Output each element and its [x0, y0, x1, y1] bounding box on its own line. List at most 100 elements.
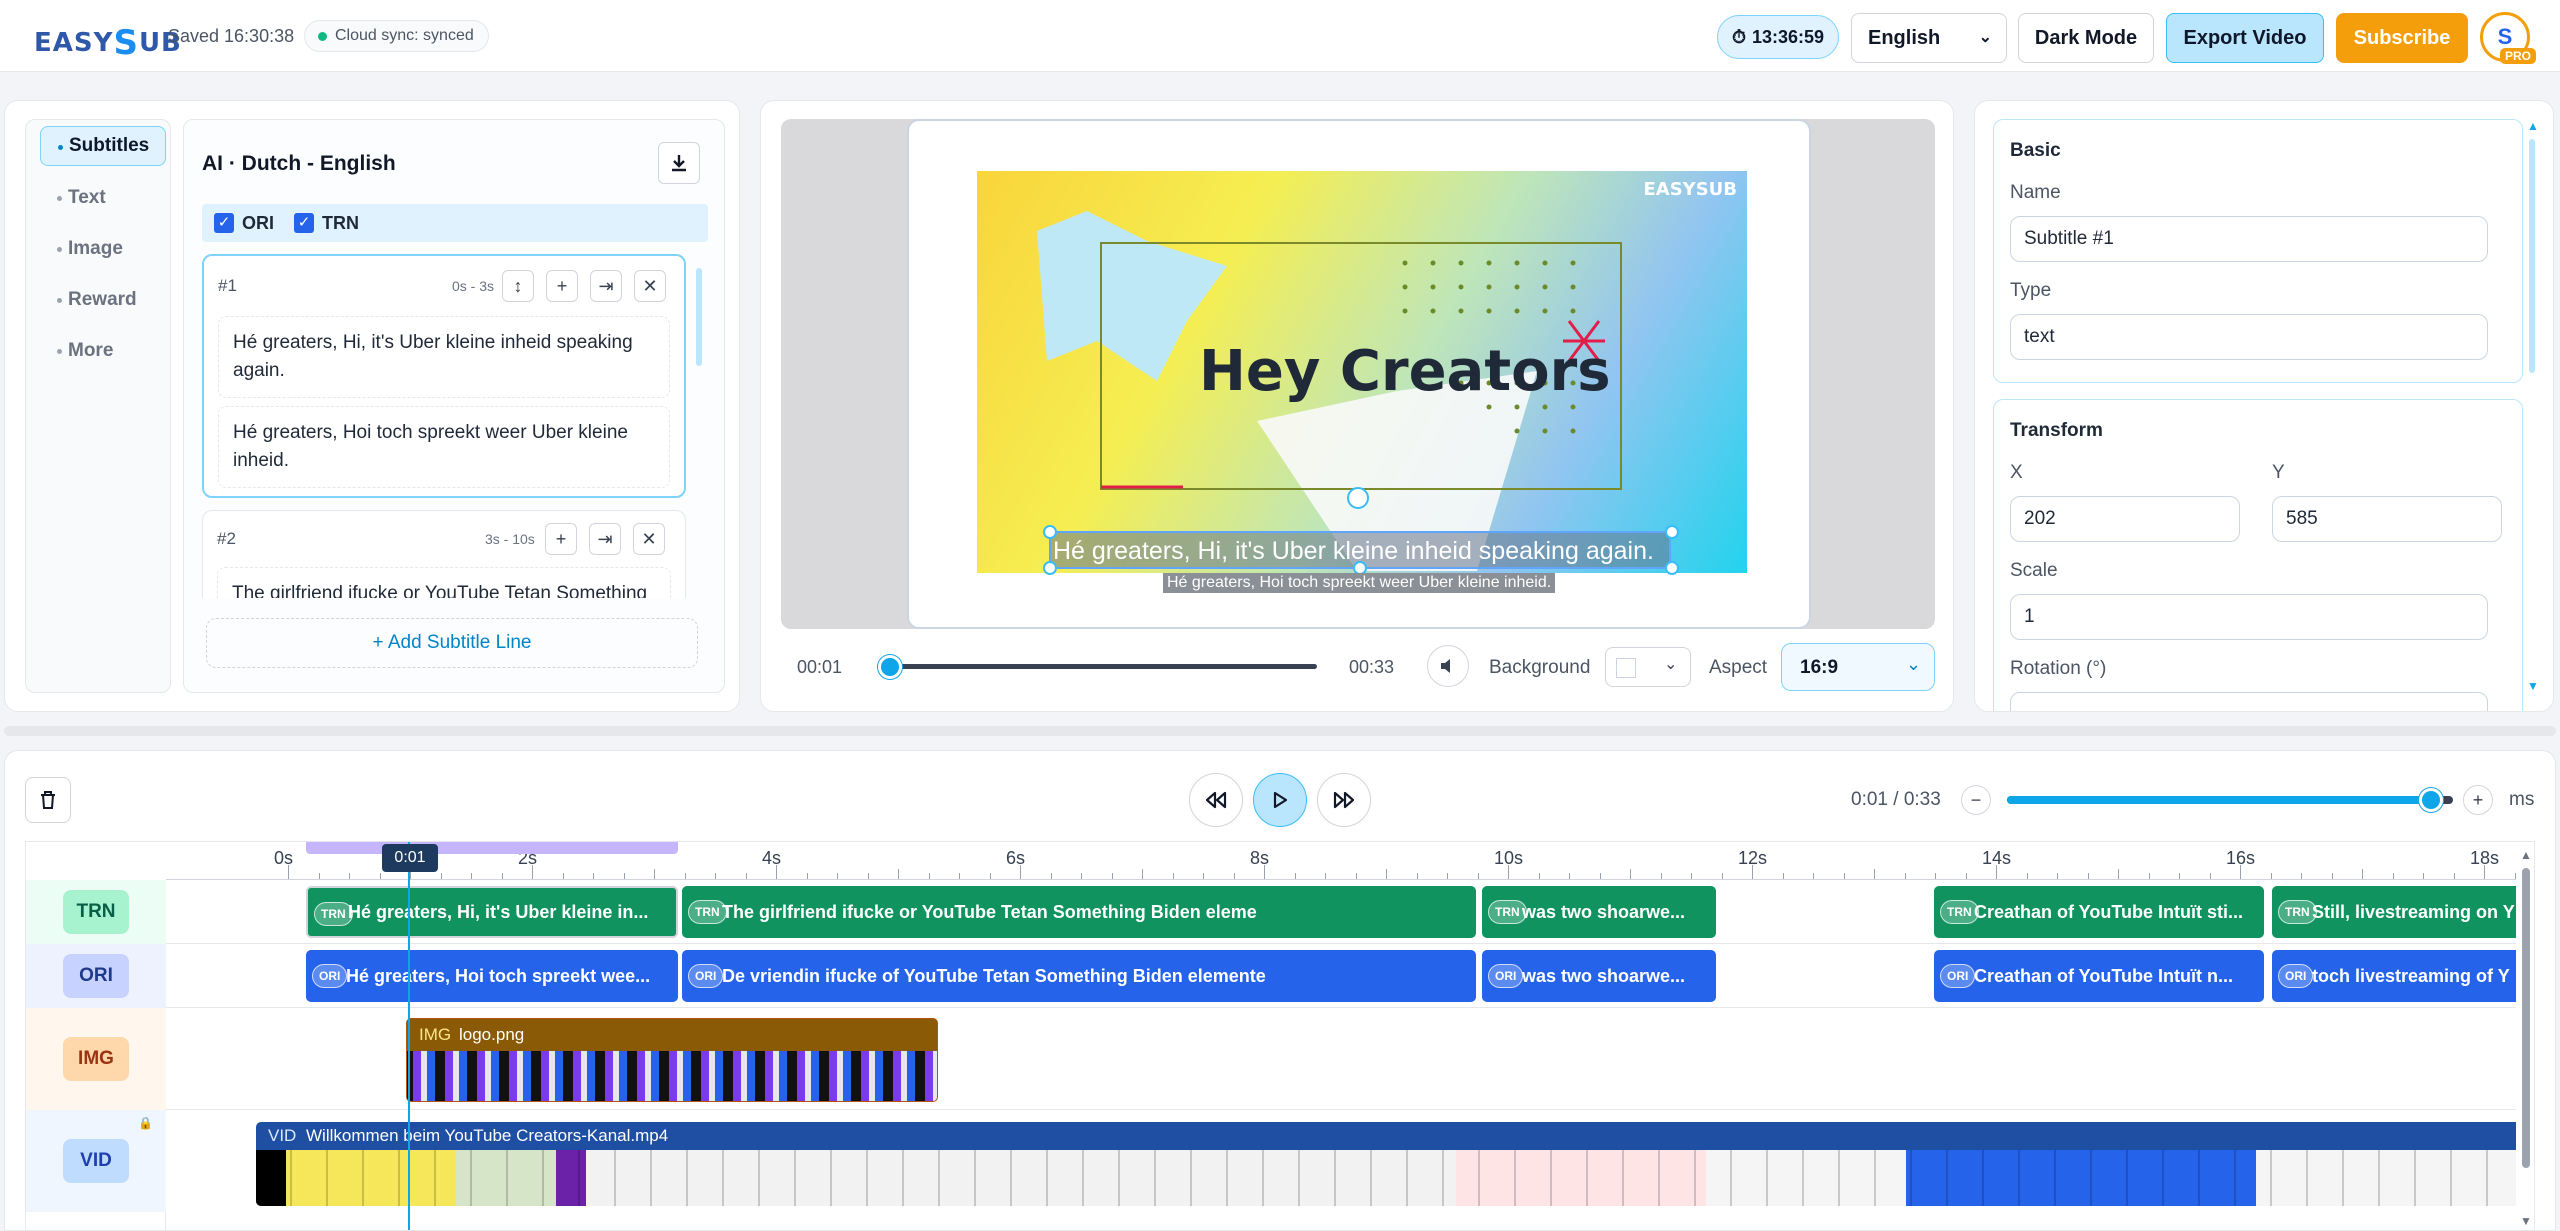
- lock-icon[interactable]: 🔒: [138, 1116, 153, 1130]
- selected-range[interactable]: [306, 842, 678, 854]
- ruler-tick: [2179, 873, 2180, 879]
- sidebar-item-more[interactable]: More: [40, 331, 166, 371]
- arrow-right-bar-icon: ⇥: [597, 528, 613, 549]
- ori-clip[interactable]: ORI toch livestreaming of Y: [2272, 950, 2534, 1002]
- play-button[interactable]: [1253, 773, 1307, 827]
- left-panel: Subtitles Text Image Reward More AI · Du…: [4, 100, 740, 712]
- trash-icon: [41, 791, 55, 809]
- subtitle-line-card[interactable]: #2 3s - 10s + ⇥ ✕ The girlfriend ifucke …: [202, 510, 686, 598]
- ruler-tick: [654, 869, 655, 879]
- subtitle-list: #1 0s - 3s ↕ + ⇥ ✕ Hé greaters, Hi, it's…: [202, 254, 708, 598]
- rewind-button[interactable]: [1189, 773, 1243, 827]
- trn-clip[interactable]: TRN was two shoarwe...: [1482, 886, 1716, 938]
- language-select[interactable]: English ⌄: [1851, 13, 2007, 63]
- split-line-button[interactable]: ⇥: [589, 523, 621, 555]
- scale-field[interactable]: 1: [2010, 594, 2488, 640]
- fast-forward-button[interactable]: [1317, 773, 1371, 827]
- ori-clip[interactable]: ORI was two shoarwe...: [1482, 950, 1716, 1002]
- subscribe-button[interactable]: Subscribe: [2336, 13, 2468, 63]
- original-text[interactable]: Hé greaters, Hi, it's Uber kleine inheid…: [218, 316, 670, 398]
- ruler-tick: [2209, 873, 2211, 879]
- ruler-tick: [440, 873, 442, 879]
- resize-handle[interactable]: [1665, 525, 1679, 539]
- ori-checkbox[interactable]: ✓: [214, 213, 234, 233]
- ruler-tick: [2301, 873, 2302, 879]
- ori-clip[interactable]: ORI Hé greaters, Hoi toch spreekt wee...: [306, 950, 678, 1002]
- zoom-out-button[interactable]: −: [1961, 785, 1991, 815]
- scroll-up-icon[interactable]: ▲: [2527, 119, 2539, 133]
- add-line-button[interactable]: +: [546, 270, 578, 302]
- trn-checkbox[interactable]: ✓: [294, 213, 314, 233]
- list-scrollbar[interactable]: [694, 254, 704, 598]
- mute-button[interactable]: [1427, 645, 1469, 687]
- trn-clip[interactable]: TRN Creathan of YouTube Intuït sti...: [1934, 886, 2264, 938]
- download-button[interactable]: [658, 142, 700, 184]
- rotate-handle[interactable]: [1347, 487, 1369, 509]
- ruler-tick: [1660, 873, 1662, 879]
- dark-mode-button[interactable]: Dark Mode: [2018, 13, 2154, 63]
- track-label-ori[interactable]: ORI: [26, 944, 166, 1008]
- trn-clip[interactable]: TRN The girlfriend ifucke or YouTube Teta…: [682, 886, 1476, 938]
- export-video-button[interactable]: Export Video: [2166, 13, 2324, 63]
- sidebar-item-reward[interactable]: Reward: [40, 280, 166, 320]
- playhead[interactable]: [408, 842, 410, 1230]
- ori-clip[interactable]: ORI De vriendin ifucke of YouTube Tetan S…: [682, 950, 1476, 1002]
- ori-clip[interactable]: ORI Creathan of YouTube Intuït n...: [1934, 950, 2264, 1002]
- ruler-tick: [1081, 873, 1082, 879]
- delete-line-button[interactable]: ✕: [633, 523, 665, 555]
- subtitle-editor: AI · Dutch - English ✓ ORI ✓ TRN #1 0s -…: [183, 119, 725, 693]
- track-label-trn[interactable]: TRN: [26, 880, 166, 944]
- seek-slider[interactable]: [877, 653, 1317, 679]
- subtitle-line-card[interactable]: #1 0s - 3s ↕ + ⇥ ✕ Hé greaters, Hi, it's…: [202, 254, 686, 498]
- zoom-unit: ms: [2509, 789, 2535, 810]
- ruler-tick: [2240, 865, 2241, 879]
- background-color-picker[interactable]: ⌄: [1605, 647, 1691, 687]
- y-field[interactable]: 585: [2272, 496, 2502, 542]
- caption-handles[interactable]: [1041, 523, 1681, 577]
- aspect-select[interactable]: 16:9 ⌄: [1781, 643, 1935, 691]
- ruler-tick: [898, 869, 899, 879]
- add-subtitle-line-button[interactable]: + Add Subtitle Line: [206, 618, 698, 668]
- scroll-down-icon[interactable]: ▼: [2527, 679, 2539, 693]
- ruler-tick: [2453, 873, 2455, 879]
- zoom-in-button[interactable]: +: [2463, 785, 2493, 815]
- delete-clip-button[interactable]: [25, 777, 71, 823]
- trn-clip[interactable]: TRN Hé greaters, Hi, it's Uber kleine in.…: [306, 886, 678, 938]
- img-clip-name: logo.png: [459, 1025, 525, 1044]
- scroll-down-icon[interactable]: ▼: [2520, 1214, 2532, 1228]
- playhead-label[interactable]: 0:01: [382, 844, 438, 872]
- caption-sub[interactable]: Hé greaters, Hoi toch spreekt weer Uber …: [1163, 573, 1556, 593]
- x-field[interactable]: 202: [2010, 496, 2240, 542]
- ruler-tick: [562, 873, 564, 879]
- add-line-button[interactable]: +: [545, 523, 577, 555]
- sidebar-item-image[interactable]: Image: [40, 229, 166, 269]
- panel-resizer[interactable]: [4, 726, 2556, 736]
- translated-text[interactable]: Hé greaters, Hoi toch spreekt weer Uber …: [218, 406, 670, 488]
- zoom-slider[interactable]: [2007, 787, 2453, 813]
- track-label-img[interactable]: IMG: [26, 1008, 166, 1110]
- resize-handle[interactable]: [1665, 561, 1679, 575]
- resize-handle[interactable]: [1043, 561, 1057, 575]
- preview-stage: EASYSUB Hey Creators Hé greaters, Hi, it…: [781, 119, 1935, 629]
- scroll-up-icon[interactable]: ▲: [2520, 848, 2532, 862]
- properties-scrollbar[interactable]: ▲ ▼: [2523, 119, 2543, 697]
- sidebar-item-subtitles[interactable]: Subtitles: [40, 126, 166, 166]
- zoom-thumb[interactable]: [2418, 788, 2443, 812]
- vid-clip[interactable]: VID Willkommen beim YouTube Creators-Kan…: [256, 1122, 2534, 1206]
- split-line-button[interactable]: ⇥: [590, 270, 622, 302]
- type-field[interactable]: text: [2010, 314, 2488, 360]
- original-text[interactable]: The girlfriend ifucke or YouTube Tetan S…: [217, 567, 671, 598]
- trn-toggle-label: TRN: [322, 213, 359, 233]
- play-icon: [1273, 791, 1288, 809]
- move-line-button[interactable]: ↕: [502, 270, 534, 302]
- resize-handle[interactable]: [1043, 525, 1057, 539]
- delete-line-button[interactable]: ✕: [634, 270, 666, 302]
- img-clip[interactable]: IMG logo.png: [406, 1018, 938, 1102]
- rotation-field[interactable]: [2010, 692, 2488, 711]
- seek-thumb[interactable]: [878, 655, 903, 679]
- timeline-scrollbar[interactable]: ▲ ▼: [2516, 842, 2534, 1230]
- ruler-tick: [1569, 873, 1570, 879]
- trn-clip[interactable]: TRN Still, livestreaming on Y: [2272, 886, 2534, 938]
- sidebar-item-text[interactable]: Text: [40, 178, 166, 218]
- name-field[interactable]: Subtitle #1: [2010, 216, 2488, 262]
